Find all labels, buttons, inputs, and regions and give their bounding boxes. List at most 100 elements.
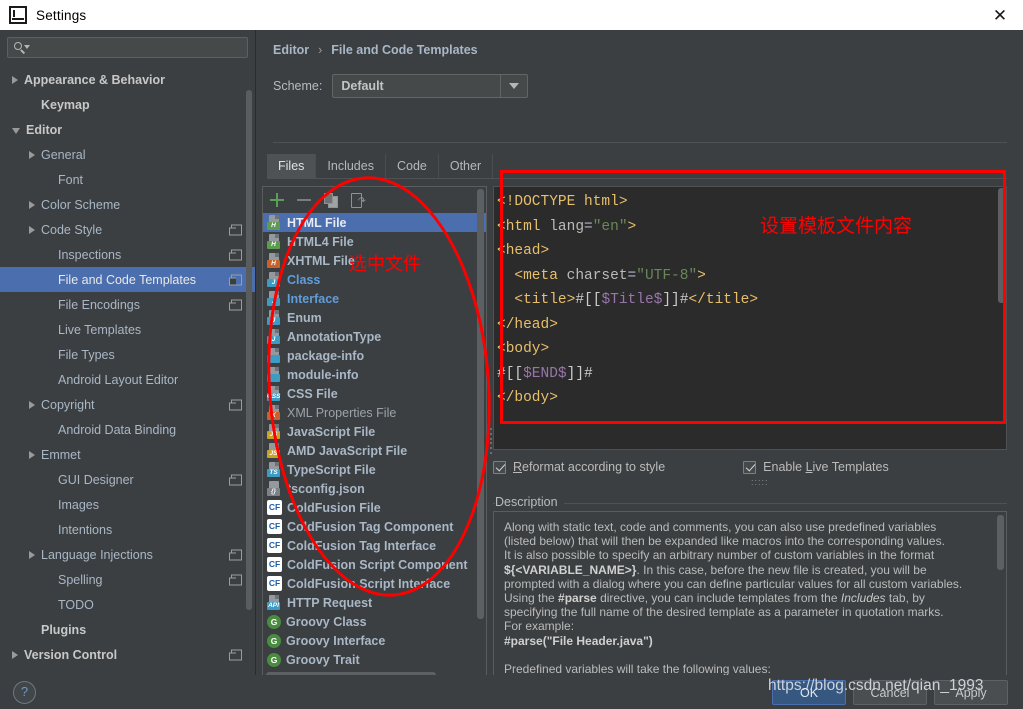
sidebar-item-todo[interactable]: TODO [0, 592, 255, 617]
list-item[interactable]: J Enum [263, 308, 486, 327]
chevron-down-icon[interactable] [500, 75, 527, 97]
search-icon [14, 41, 30, 55]
list-item[interactable]: module-info [263, 365, 486, 384]
scheme-select[interactable]: Default [332, 74, 529, 98]
resize-grip-icon[interactable]: ::::: [751, 477, 769, 487]
list-item[interactable]: JS JavaScript File [263, 422, 486, 441]
list-item[interactable]: G Groovy Trait [263, 650, 486, 669]
sidebar-item-android-layout-editor[interactable]: Android Layout Editor [0, 367, 255, 392]
list-item[interactable]: CF ColdFusion Script Interface [263, 574, 486, 593]
chevron-right-icon[interactable] [29, 400, 35, 409]
list-item[interactable]: TS TypeScript File [263, 460, 486, 479]
breadcrumb-current: File and Code Templates [331, 43, 478, 57]
reformat-according-to-style-checkbox[interactable]: Reformat according to style [493, 460, 665, 474]
description-line: specifying the full name of the desired … [504, 605, 944, 620]
chevron-right-icon[interactable] [29, 450, 35, 459]
enable-live-templates-checkbox[interactable]: Enable Live Templates [743, 460, 889, 474]
checkbox-icon[interactable] [743, 460, 757, 474]
sidebar-item-spelling[interactable]: Spelling [0, 567, 255, 592]
help-icon[interactable]: ? [13, 681, 36, 704]
breadcrumb-parent[interactable]: Editor [273, 43, 309, 57]
copy-settings-icon [229, 249, 242, 260]
sidebar-item-appearance-behavior[interactable]: Appearance & Behavior [0, 67, 255, 92]
reset-file-icon[interactable]: ↷ [351, 192, 365, 208]
sidebar-item-language-injections[interactable]: Language Injections [0, 542, 255, 567]
minus-icon[interactable] [297, 198, 311, 202]
sidebar-item-keymap[interactable]: Keymap [0, 92, 255, 117]
chevron-right-icon[interactable] [29, 550, 35, 559]
list-item[interactable]: package-info [263, 346, 486, 365]
ok-button[interactable]: OK [772, 680, 846, 705]
editor-scrollbar[interactable] [998, 188, 1005, 303]
chevron-right-icon[interactable] [29, 225, 35, 234]
sidebar-scrollbar[interactable] [246, 90, 252, 610]
scheme-row: Scheme: Default [273, 74, 529, 98]
chevron-right-icon[interactable] [12, 75, 18, 84]
list-item[interactable]: G Groovy Class [263, 612, 486, 631]
template-editor[interactable]: <!DOCTYPE html> <html lang="en"> <head> <m… [493, 186, 1007, 450]
scheme-selected-value: Default [341, 79, 384, 93]
sidebar-item-gui-designer[interactable]: GUI Designer [0, 467, 255, 492]
coldfusion-script-component-icon: CF [267, 557, 282, 572]
xml-properties-icon: X [267, 405, 282, 420]
template-tabs: Files Includes Code Other [267, 154, 494, 178]
file-list-vertical-scrollbar[interactable] [477, 189, 484, 619]
template-file-list: H HTML File H HTML4 File H XHTML File J Class J I… [263, 213, 486, 682]
description-scrollbar[interactable] [997, 515, 1004, 570]
close-icon[interactable]: ✕ [977, 0, 1023, 30]
tab-code[interactable]: Code [385, 154, 439, 178]
tab-other[interactable]: Other [438, 154, 494, 178]
tab-includes[interactable]: Includes [316, 154, 386, 178]
description-line: (listed below) that will then be expande… [504, 534, 945, 549]
tab-files[interactable]: Files [267, 154, 317, 178]
list-item[interactable]: J Interface [263, 289, 486, 308]
sidebar-item-file-encodings[interactable]: File Encodings [0, 292, 255, 317]
tsconfig-json-icon: {} [267, 481, 282, 496]
list-item[interactable]: CF ColdFusion Tag Component [263, 517, 486, 536]
sidebar-item-inspections[interactable]: Inspections [0, 242, 255, 267]
list-item[interactable]: API HTTP Request [263, 593, 486, 612]
search-input[interactable] [7, 37, 248, 58]
sidebar-item-images[interactable]: Images [0, 492, 255, 517]
list-item[interactable]: JS AMD JavaScript File [263, 441, 486, 460]
list-item-label: HTML File [287, 215, 347, 230]
list-item[interactable]: CSS CSS File [263, 384, 486, 403]
sidebar-item-android-data-binding[interactable]: Android Data Binding [0, 417, 255, 442]
list-item[interactable]: J AnnotationType [263, 327, 486, 346]
list-item[interactable]: G Groovy Interface [263, 631, 486, 650]
sidebar-item-label: Intentions [58, 522, 113, 537]
sidebar-item-live-templates[interactable]: Live Templates [0, 317, 255, 342]
sidebar-item-editor[interactable]: Editor [0, 117, 255, 142]
sidebar-item-version-control[interactable]: Version Control [0, 642, 255, 667]
list-item[interactable]: CF ColdFusion Tag Interface [263, 536, 486, 555]
sidebar-item-intentions[interactable]: Intentions [0, 517, 255, 542]
list-item[interactable]: CF ColdFusion Script Component [263, 555, 486, 574]
plus-icon[interactable] [270, 193, 284, 207]
sidebar-item-plugins[interactable]: Plugins [0, 617, 255, 642]
list-item[interactable]: H HTML4 File [263, 232, 486, 251]
sidebar-item-file-and-code-templates[interactable]: File and Code Templates [0, 267, 255, 292]
checkbox-icon[interactable] [493, 460, 506, 474]
apply-button[interactable]: Apply [934, 680, 1008, 705]
sidebar-item-code-style[interactable]: Code Style [0, 217, 255, 242]
sidebar-item-emmet[interactable]: Emmet [0, 442, 255, 467]
chevron-down-icon[interactable] [12, 127, 20, 134]
annotation-select-file: 选中文件 [349, 254, 421, 275]
sidebar-item-font[interactable]: Font [0, 167, 255, 192]
sidebar-item-color-scheme[interactable]: Color Scheme [0, 192, 255, 217]
sidebar-item-general[interactable]: General [0, 142, 255, 167]
chevron-right-icon[interactable] [29, 150, 35, 159]
description-text: Along with static text, code and comment… [494, 512, 1006, 682]
list-item[interactable]: H HTML File [263, 213, 486, 232]
list-item[interactable]: {} tsconfig.json [263, 479, 486, 498]
sidebar-item-copyright[interactable]: Copyright [0, 392, 255, 417]
copy-icon[interactable] [324, 192, 338, 208]
list-item[interactable]: X XML Properties File [263, 403, 486, 422]
chevron-right-icon[interactable] [12, 650, 18, 659]
chevron-right-icon[interactable] [29, 200, 35, 209]
copy-settings-icon [229, 399, 242, 410]
template-list-toolbar: ↷ [263, 187, 486, 213]
sidebar-item-file-types[interactable]: File Types [0, 342, 255, 367]
list-item[interactable]: CF ColdFusion File [263, 498, 486, 517]
cancel-button[interactable]: Cancel [853, 680, 927, 705]
